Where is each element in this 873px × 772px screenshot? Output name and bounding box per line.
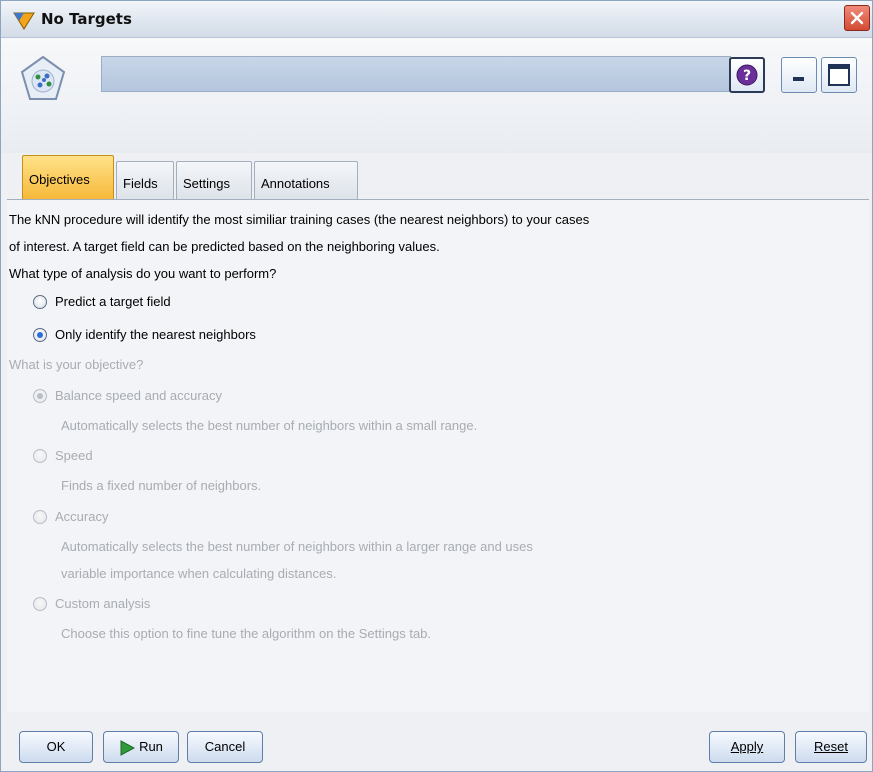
custom-analysis-description: Choose this option to fine tune the algo… bbox=[61, 626, 432, 641]
apply-label: Apply bbox=[730, 739, 764, 754]
predict-target-radio[interactable] bbox=[33, 295, 47, 309]
maximize-icon bbox=[828, 64, 850, 86]
title-bar[interactable]: No Targets bbox=[1, 1, 872, 38]
custom-analysis-radio[interactable] bbox=[33, 597, 47, 611]
run-label: Run bbox=[139, 739, 163, 754]
knn-node-icon bbox=[19, 55, 67, 103]
analysis-question: What type of analysis do you want to per… bbox=[9, 266, 277, 281]
accuracy-label[interactable]: Accuracy bbox=[55, 509, 108, 524]
predict-target-label[interactable]: Predict a target field bbox=[55, 294, 171, 309]
accuracy-description-line1: Automatically selects the best number of… bbox=[61, 539, 533, 554]
reset-label: Reset bbox=[814, 739, 848, 754]
identify-neighbors-label[interactable]: Only identify the nearest neighbors bbox=[55, 327, 256, 342]
close-button[interactable] bbox=[844, 5, 870, 31]
speed-description: Finds a fixed number of neighbors. bbox=[61, 478, 262, 493]
minimize-icon bbox=[793, 77, 804, 81]
speed-label[interactable]: Speed bbox=[55, 448, 93, 463]
node-header: ? bbox=[1, 38, 872, 153]
tab-settings[interactable]: Settings bbox=[176, 161, 252, 199]
svg-text:?: ? bbox=[743, 68, 751, 84]
app-diamond-icon bbox=[13, 10, 35, 30]
tab-fields[interactable]: Fields bbox=[116, 161, 174, 199]
objective-question: What is your objective? bbox=[9, 357, 144, 372]
run-play-icon bbox=[120, 739, 136, 756]
reset-button[interactable]: Reset bbox=[795, 731, 867, 763]
balance-description: Automatically selects the best number of… bbox=[61, 418, 478, 433]
speed-radio[interactable] bbox=[33, 449, 47, 463]
ok-button[interactable]: OK bbox=[19, 731, 93, 763]
balance-radio[interactable] bbox=[33, 389, 47, 403]
cancel-button[interactable]: Cancel bbox=[187, 731, 263, 763]
minimize-button[interactable] bbox=[781, 57, 817, 93]
tab-objectives[interactable]: Objectives bbox=[22, 155, 114, 199]
accuracy-description-line2: variable importance when calculating dis… bbox=[61, 566, 337, 581]
close-icon bbox=[850, 11, 864, 25]
dialog-window: No Targets ? Objectives Fields Settings … bbox=[0, 0, 873, 772]
help-button[interactable]: ? bbox=[729, 57, 765, 93]
tab-annotations[interactable]: Annotations bbox=[254, 161, 358, 199]
maximize-button[interactable] bbox=[821, 57, 857, 93]
apply-button[interactable]: Apply bbox=[709, 731, 785, 763]
objectives-panel: The kNN procedure will identify the most… bbox=[7, 199, 869, 712]
balance-label[interactable]: Balance speed and accuracy bbox=[55, 388, 222, 403]
window-title: No Targets bbox=[41, 10, 132, 28]
run-button[interactable]: Run bbox=[103, 731, 179, 763]
button-bar: OK Run Cancel Apply Reset bbox=[1, 713, 872, 771]
intro-text-line1: The kNN procedure will identify the most… bbox=[9, 212, 590, 227]
node-name-bar[interactable] bbox=[101, 56, 731, 92]
intro-text-line2: of interest. A target field can be predi… bbox=[9, 239, 440, 254]
identify-neighbors-radio[interactable] bbox=[33, 328, 47, 342]
help-icon: ? bbox=[736, 64, 758, 86]
accuracy-radio[interactable] bbox=[33, 510, 47, 524]
custom-analysis-label[interactable]: Custom analysis bbox=[55, 596, 150, 611]
